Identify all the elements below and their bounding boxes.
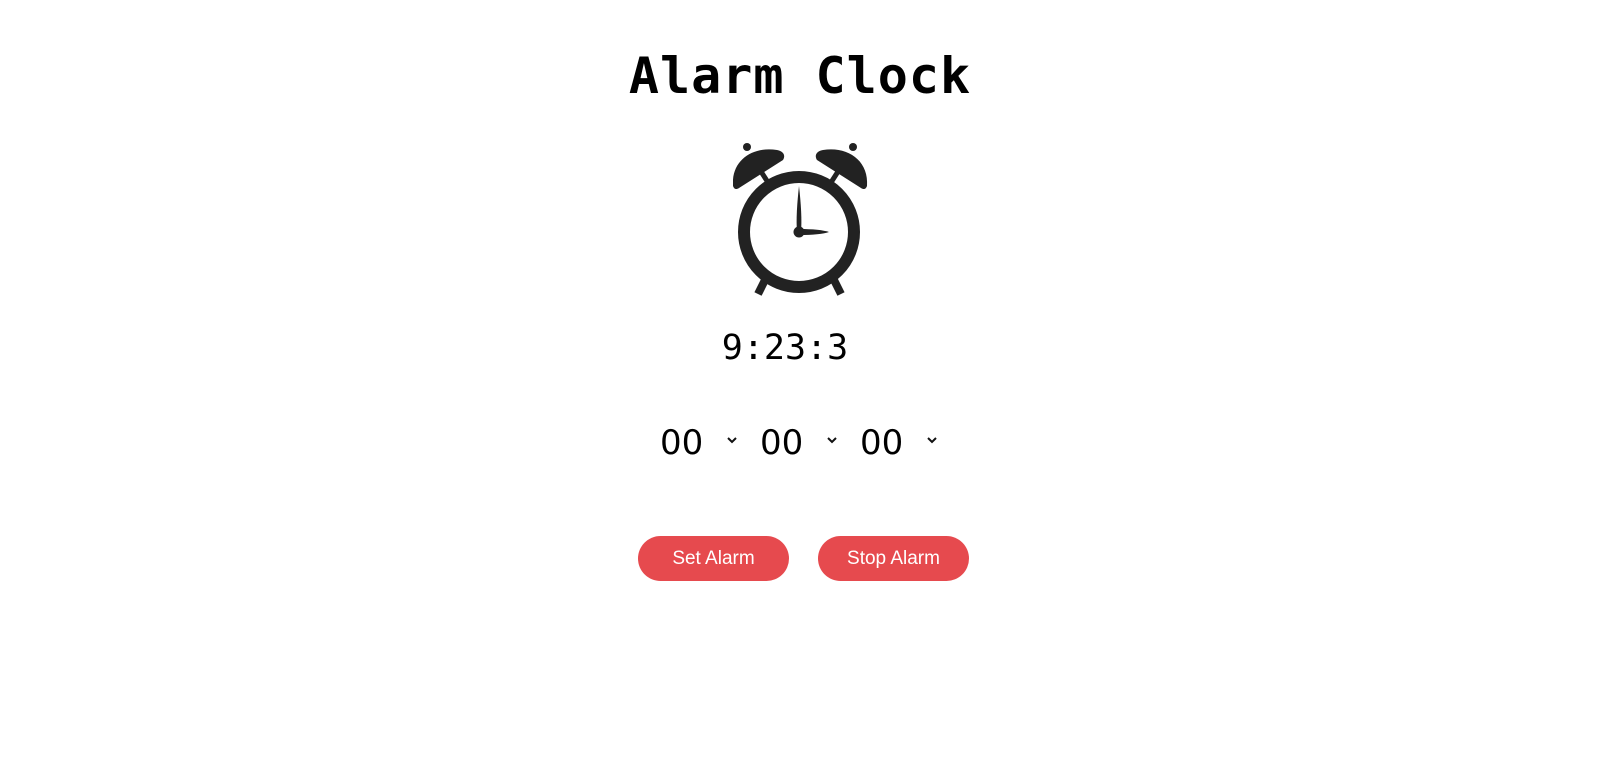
alarm-clock-icon xyxy=(732,142,873,306)
chevron-down-icon xyxy=(827,437,837,444)
alarm-time-selects: 00 00 00 xyxy=(660,418,950,468)
hour-select[interactable]: 00 xyxy=(660,418,744,468)
current-time-display: 9:23:3 xyxy=(721,328,849,368)
hour-select-value: 00 xyxy=(660,423,704,463)
chevron-down-icon xyxy=(927,437,937,444)
alarm-buttons: Set Alarm Stop Alarm xyxy=(638,536,969,581)
page-title: Alarm Clock xyxy=(628,47,972,105)
alarm-clock-app: Alarm Clock 9:23:3 00 00 00 Set Alarm St… xyxy=(0,0,1600,765)
chevron-down-icon xyxy=(727,437,737,444)
second-select[interactable]: 00 xyxy=(860,418,944,468)
minute-select-value: 00 xyxy=(760,423,804,463)
stop-alarm-button[interactable]: Stop Alarm xyxy=(818,536,969,581)
minute-select[interactable]: 00 xyxy=(760,418,844,468)
second-select-value: 00 xyxy=(860,423,904,463)
set-alarm-button[interactable]: Set Alarm xyxy=(638,536,789,581)
